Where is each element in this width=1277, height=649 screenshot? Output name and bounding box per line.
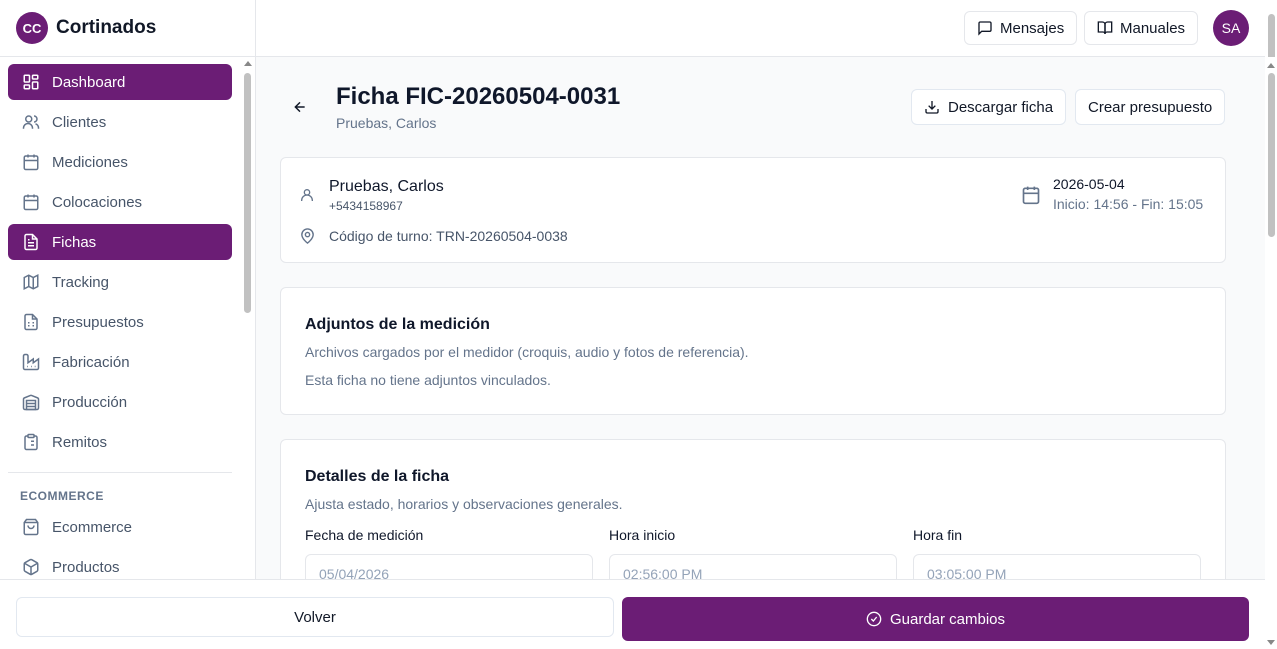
scrollbar-thumb[interactable] — [244, 73, 251, 313]
client-name: Pruebas, Carlos — [329, 178, 444, 195]
file-spreadsheet-icon — [24, 313, 38, 331]
messages-label: Mensajes — [1000, 19, 1065, 37]
attachments-card: Adjuntos de la medición Archivos cargado… — [280, 287, 1226, 415]
attachments-description: Archivos cargados por el medidor (croqui… — [305, 344, 749, 360]
sidebar-scrollbar[interactable] — [240, 57, 256, 579]
calendar-icon — [23, 154, 39, 171]
sidebar-item-fabricacion[interactable]: Fabricación — [8, 344, 232, 380]
sidebar-item-label: Colocaciones — [52, 193, 143, 211]
sidebar-item-label: Productos — [52, 558, 120, 576]
sidebar-item-presupuestos[interactable]: Presupuestos — [8, 304, 232, 340]
user-avatar[interactable]: SA — [1213, 10, 1249, 46]
sidebar-item-productos[interactable]: Productos — [8, 549, 232, 579]
main-scrollbar[interactable] — [1265, 57, 1277, 649]
sidebar-item-mediciones[interactable]: Mediciones — [8, 144, 232, 180]
sidebar-item-remitos[interactable]: Remitos — [8, 424, 232, 460]
sidebar: CC Cortinados Dashboard Clientes Medicio… — [0, 0, 256, 649]
shopping-bag-icon — [23, 518, 39, 536]
details-title: Detalles de la ficha — [305, 468, 450, 485]
brand-logo: CC — [16, 12, 48, 44]
sidebar-item-label: Fabricación — [52, 353, 130, 371]
calendar-icon — [1022, 186, 1040, 205]
sidebar-item-label: Remitos — [52, 433, 108, 451]
user-icon — [301, 189, 313, 201]
sidebar-nav: Dashboard Clientes Mediciones Colocacion… — [0, 57, 240, 579]
clipboard-list-icon — [24, 433, 38, 451]
sidebar-item-label: Presupuestos — [52, 313, 144, 331]
create-quote-button[interactable]: Crear presupuesto — [1075, 89, 1226, 125]
details-description: Ajusta estado, horarios y observaciones … — [305, 496, 623, 512]
sidebar-item-produccion[interactable]: Producción — [8, 384, 232, 420]
brand-name: Cortinados — [56, 17, 157, 38]
factory-icon — [22, 353, 40, 371]
dashboard-icon — [23, 74, 39, 90]
back-button[interactable] — [292, 99, 308, 115]
sidebar-item-label: Ecommerce — [52, 518, 133, 536]
measurement-time-range: Inicio: 14:56 - Fin: 15:05 — [1053, 196, 1204, 212]
warehouse-icon — [22, 394, 40, 411]
measurement-date: 2026-05-04 — [1053, 176, 1125, 192]
sidebar-section-title: ECOMMERCE — [20, 489, 104, 503]
brand: CC Cortinados — [0, 0, 255, 57]
summary-card: Pruebas, Carlos +5434158967 Código de tu… — [280, 157, 1226, 263]
top-bar: Mensajes Manuales SA — [256, 0, 1265, 57]
scroll-down-arrow[interactable] — [1267, 640, 1275, 645]
download-sheet-label: Descargar ficha — [948, 98, 1054, 116]
measurement-date-input[interactable] — [305, 554, 593, 579]
map-pin-icon — [301, 228, 314, 244]
sidebar-item-ecommerce[interactable]: Ecommerce — [8, 509, 232, 545]
page-title: Ficha FIC-20260504-0031 — [336, 83, 621, 110]
save-changes-label: Guardar cambios — [889, 610, 1006, 628]
scroll-up-arrow[interactable] — [1267, 63, 1275, 68]
sidebar-item-clientes[interactable]: Clientes — [8, 104, 232, 140]
back-footer-button[interactable]: Volver — [16, 597, 614, 637]
end-time-input[interactable] — [913, 554, 1201, 579]
file-text-icon — [24, 233, 38, 251]
start-time-label: Hora inicio — [609, 527, 676, 543]
start-time-input[interactable] — [609, 554, 897, 579]
users-icon — [22, 115, 40, 129]
package-icon — [23, 558, 39, 576]
measurement-date-label: Fecha de medición — [305, 527, 424, 543]
action-footer: Volver Guardar cambios — [0, 579, 1265, 649]
sidebar-item-dashboard[interactable]: Dashboard — [8, 64, 232, 100]
arrow-left-icon — [294, 101, 305, 113]
sidebar-item-label: Mediciones — [52, 153, 128, 171]
turn-code: Código de turno: TRN-20260504-0038 — [329, 228, 568, 244]
calendar-icon — [23, 194, 39, 211]
create-quote-label: Crear presupuesto — [1088, 98, 1213, 116]
save-changes-button[interactable]: Guardar cambios — [622, 597, 1249, 641]
client-phone: +5434158967 — [329, 199, 403, 213]
sidebar-item-label: Tracking — [52, 273, 109, 291]
sidebar-item-fichas[interactable]: Fichas — [8, 224, 232, 260]
sidebar-item-label: Dashboard — [52, 73, 126, 91]
map-icon — [23, 274, 39, 290]
sidebar-item-label: Fichas — [52, 233, 97, 251]
manuals-button[interactable]: Manuales — [1084, 11, 1199, 45]
messages-button[interactable]: Mensajes — [964, 11, 1078, 45]
main-content: Ficha FIC-20260504-0031 Pruebas, Carlos … — [256, 57, 1265, 579]
attachments-title: Adjuntos de la medición — [305, 316, 490, 333]
page-subtitle: Pruebas, Carlos — [336, 115, 437, 131]
scrollbar-thumb[interactable] — [1268, 73, 1275, 237]
check-circle-icon — [866, 611, 882, 627]
end-time-label: Hora fin — [913, 527, 963, 543]
sidebar-item-label: Clientes — [52, 113, 107, 131]
sidebar-item-tracking[interactable]: Tracking — [8, 264, 232, 300]
sidebar-item-colocaciones[interactable]: Colocaciones — [8, 184, 232, 220]
details-card: Detalles de la ficha Ajusta estado, hora… — [280, 439, 1226, 579]
book-open-icon — [1097, 21, 1113, 35]
sidebar-item-label: Producción — [52, 393, 128, 411]
message-square-icon — [978, 21, 992, 36]
manuals-label: Manuales — [1120, 19, 1186, 37]
scroll-up-arrow[interactable] — [244, 61, 252, 66]
download-sheet-button[interactable]: Descargar ficha — [911, 89, 1067, 125]
attachments-empty-text: Esta ficha no tiene adjuntos vinculados. — [305, 372, 551, 388]
download-icon — [925, 101, 939, 114]
